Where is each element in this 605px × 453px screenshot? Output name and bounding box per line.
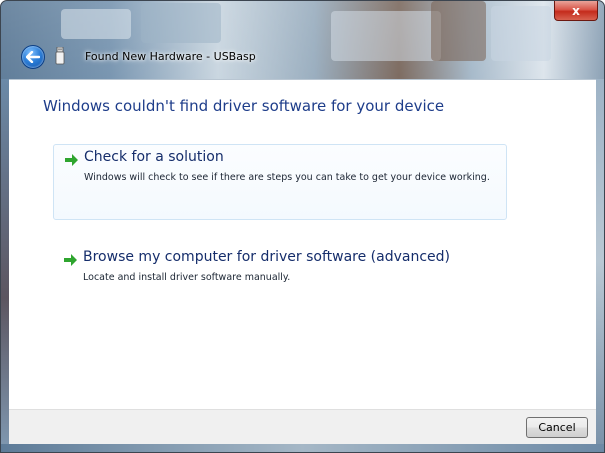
- dialog-footer: Cancel: [9, 409, 596, 446]
- close-button[interactable]: x: [554, 1, 598, 21]
- green-arrow-icon: [64, 254, 77, 266]
- dialog-heading: Windows couldn't find driver software fo…: [43, 97, 445, 115]
- window-title: Found New Hardware - USBasp: [85, 50, 256, 63]
- back-button[interactable]: [21, 45, 45, 69]
- found-new-hardware-dialog: Found New Hardware - USBasp x Windows co…: [0, 0, 605, 453]
- title-bar[interactable]: Found New Hardware - USBasp x: [1, 1, 604, 79]
- green-arrow-icon: [65, 154, 78, 166]
- window-frame-right: [595, 79, 604, 444]
- option-description: Locate and install driver software manua…: [83, 272, 291, 283]
- close-icon: x: [572, 3, 580, 18]
- option-browse-my-computer[interactable]: Browse my computer for driver software (…: [53, 245, 507, 297]
- window-frame-bottom: [1, 444, 604, 452]
- option-description: Windows will check to see if there are s…: [84, 172, 490, 183]
- dialog-content: Windows couldn't find driver software fo…: [9, 79, 596, 410]
- option-label: Check for a solution: [84, 149, 224, 165]
- usb-device-icon: [55, 47, 65, 65]
- option-label: Browse my computer for driver software (…: [83, 249, 451, 265]
- option-check-for-solution[interactable]: Check for a solution Windows will check …: [53, 144, 507, 220]
- cancel-button[interactable]: Cancel: [526, 417, 588, 438]
- window-frame-left: [1, 79, 9, 444]
- back-arrow-icon: [26, 51, 40, 63]
